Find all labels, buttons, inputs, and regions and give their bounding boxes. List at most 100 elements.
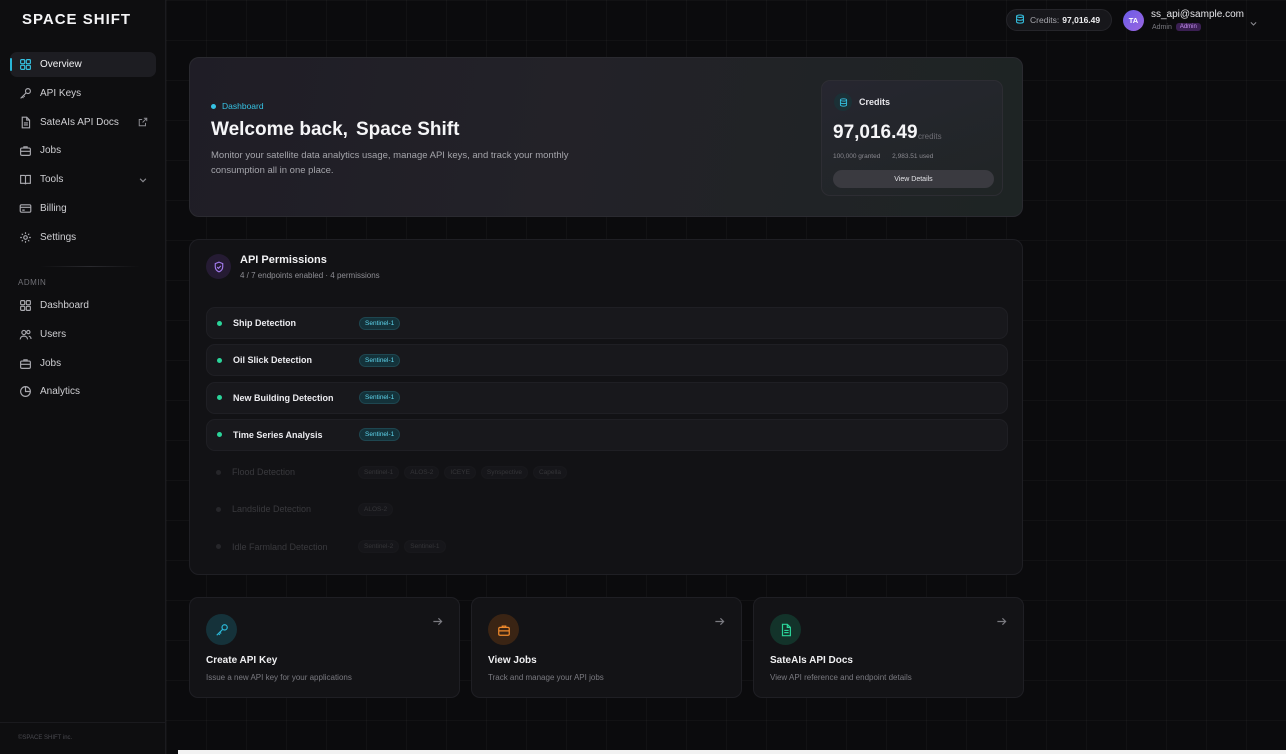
window-bottom-edge xyxy=(178,750,1286,754)
user-email[interactable]: ss_api@sample.com xyxy=(1151,9,1244,20)
briefcase-icon xyxy=(488,614,519,645)
welcome-hero: Dashboard Welcome back, Space Shift Monit… xyxy=(189,57,1023,217)
credits-pill-value: 97,016.49 xyxy=(1062,15,1101,25)
gear-icon xyxy=(19,231,32,244)
satellite-tag: Sentinel-2 xyxy=(358,540,400,554)
welcome-prefix: Welcome back, xyxy=(211,119,348,140)
satellite-tag: Sentinel-1 xyxy=(404,540,446,554)
permission-name: Oil Slick Detection xyxy=(233,355,313,366)
permission-row[interactable]: Oil Slick Detection Sentinel-1 xyxy=(206,344,1008,377)
hero-description: Monitor your satellite data analytics us… xyxy=(211,150,569,176)
permission-row[interactable]: Landslide Detection ALOS-2 xyxy=(206,493,1008,525)
sidebar-item-tools[interactable]: Tools xyxy=(10,167,156,192)
sidebar-item-overview[interactable]: Overview xyxy=(10,52,156,77)
external-link-icon xyxy=(138,117,148,127)
briefcase-icon xyxy=(19,144,32,157)
grid-icon xyxy=(19,299,32,312)
briefcase-icon xyxy=(19,357,32,370)
page-title: Welcome back, Space Shift xyxy=(211,119,459,141)
satellite-tags: Sentinel-1 xyxy=(359,316,405,330)
sidebar-item-analytics[interactable]: Analytics xyxy=(10,379,156,404)
credits-value: 97,016.49 xyxy=(833,122,918,143)
permission-row[interactable]: Idle Farmland Detection Sentinel-2 Sentine… xyxy=(206,531,1008,563)
satellite-tag: Sentinel-1 xyxy=(359,353,401,367)
status-dot xyxy=(216,544,221,550)
book-icon xyxy=(19,173,32,186)
permission-row[interactable]: Ship Detection Sentinel-1 xyxy=(206,307,1008,339)
satellite-tag: Capella xyxy=(532,465,568,479)
chevron-down-icon xyxy=(138,175,148,185)
permission-name: Flood Detection xyxy=(232,467,296,478)
grid-icon xyxy=(19,58,32,71)
satellite-tag: ALOS-2 xyxy=(358,502,394,516)
credits-pill[interactable]: Credits: 97,016.49 xyxy=(1006,9,1112,31)
arrow-right-icon xyxy=(432,614,443,632)
quick-card-view-jobs[interactable]: View Jobs Track and manage your API jobs xyxy=(471,597,742,698)
user-menu-chevron[interactable] xyxy=(1249,15,1258,33)
permissions-list: Ship Detection Sentinel-1 Oil Slick Detect… xyxy=(206,307,1008,568)
sidebar-item-users[interactable]: Users xyxy=(10,322,156,347)
key-icon xyxy=(206,614,237,645)
credits-breakdown: 100,000 granted 2,983.51 used xyxy=(833,153,943,160)
satellite-tag: ALOS-2 xyxy=(404,465,440,479)
sidebar-item-api-keys[interactable]: API Keys xyxy=(10,81,156,106)
document-icon xyxy=(770,614,801,645)
permissions-title: API Permissions xyxy=(240,254,327,266)
database-icon xyxy=(834,93,852,111)
credits-used: 2,983.51 used xyxy=(892,153,934,160)
breadcrumb-label: Dashboard xyxy=(222,101,264,111)
satellite-tag: Sentinel-1 xyxy=(359,391,401,405)
avatar[interactable]: TA xyxy=(1123,10,1144,31)
satellite-tags: Sentinel-1 xyxy=(359,391,405,405)
key-icon xyxy=(19,87,32,100)
permissions-subtitle: 4 / 7 endpoints enabled · 4 permissions xyxy=(240,271,380,280)
sidebar-item-settings[interactable]: Settings xyxy=(10,225,156,250)
sidebar-item-sateais-api-docs[interactable]: SateAIs API Docs xyxy=(10,110,156,135)
permission-name: Idle Farmland Detection xyxy=(232,541,328,552)
satellite-tags: Sentinel-1 xyxy=(359,353,405,367)
chart-icon xyxy=(19,385,32,398)
satellite-tags: Sentinel-1 ALOS-2 ICEYE Synspective Capella xyxy=(358,465,572,479)
sidebar-item-billing[interactable]: Billing xyxy=(10,196,156,221)
credits-card-title: Credits xyxy=(859,97,891,107)
credits-card: Credits 97,016.49 credits 100,000 grante… xyxy=(821,80,1003,196)
view-details-button[interactable]: View Details xyxy=(833,170,994,188)
sidebar-nav: Overview API Keys SateAIs API Docs Jobs Tool… xyxy=(10,52,156,254)
credits-unit: credits xyxy=(918,132,942,141)
quick-card-sateais-api-docs[interactable]: SateAIs API Docs View API reference and e… xyxy=(753,597,1024,698)
document-icon xyxy=(19,116,32,129)
sidebar-item-label: SateAIs API Docs xyxy=(40,116,119,128)
sidebar-item-jobs[interactable]: Jobs xyxy=(10,351,156,376)
satellite-tag: Sentinel-1 xyxy=(359,428,401,442)
sidebar-item-label: Settings xyxy=(40,231,77,243)
sidebar-item-label: Jobs xyxy=(40,357,62,369)
api-permissions-panel: API Permissions 4 / 7 endpoints enabled … xyxy=(189,239,1023,575)
satellite-tag: Synspective xyxy=(480,465,528,479)
user-role: Admin Admin xyxy=(1152,23,1201,31)
users-icon xyxy=(19,328,32,341)
status-dot xyxy=(216,469,221,475)
quick-card-create-api-key[interactable]: Create API Key Issue a new API key for yo… xyxy=(189,597,460,698)
status-dot xyxy=(217,432,222,438)
brand-logo[interactable]: SPACE SHIFT xyxy=(22,11,131,28)
permission-name: Landslide Detection xyxy=(232,504,312,515)
sidebar: SPACE SHIFT Overview API Keys SateAIs API … xyxy=(0,0,166,754)
sidebar-item-label: Jobs xyxy=(40,145,62,157)
arrow-right-icon xyxy=(714,614,725,632)
permission-row[interactable]: Time Series Analysis Sentinel-1 xyxy=(206,418,1008,451)
permission-row[interactable]: Flood Detection Sentinel-1 ALOS-2 ICEYE Syns… xyxy=(206,456,1008,488)
sidebar-item-label: Analytics xyxy=(40,386,81,398)
breadcrumb: Dashboard xyxy=(211,101,264,111)
satellite-tags: ALOS-2 xyxy=(358,502,398,516)
sidebar-item-dashboard[interactable]: Dashboard xyxy=(10,293,156,318)
sidebar-item-jobs[interactable]: Jobs xyxy=(10,138,156,163)
sidebar-item-label: Dashboard xyxy=(40,300,89,311)
permission-row[interactable]: New Building Detection Sentinel-1 xyxy=(206,381,1008,414)
role-badge: Admin xyxy=(1175,23,1201,31)
satellite-tag: Sentinel-1 xyxy=(358,465,400,479)
quick-card-description: Track and manage your API jobs xyxy=(488,673,604,682)
status-dot xyxy=(217,357,222,363)
sidebar-item-label: API Keys xyxy=(40,87,82,99)
permission-name: New Building Detection xyxy=(233,392,334,403)
sidebar-item-label: Billing xyxy=(40,202,67,214)
